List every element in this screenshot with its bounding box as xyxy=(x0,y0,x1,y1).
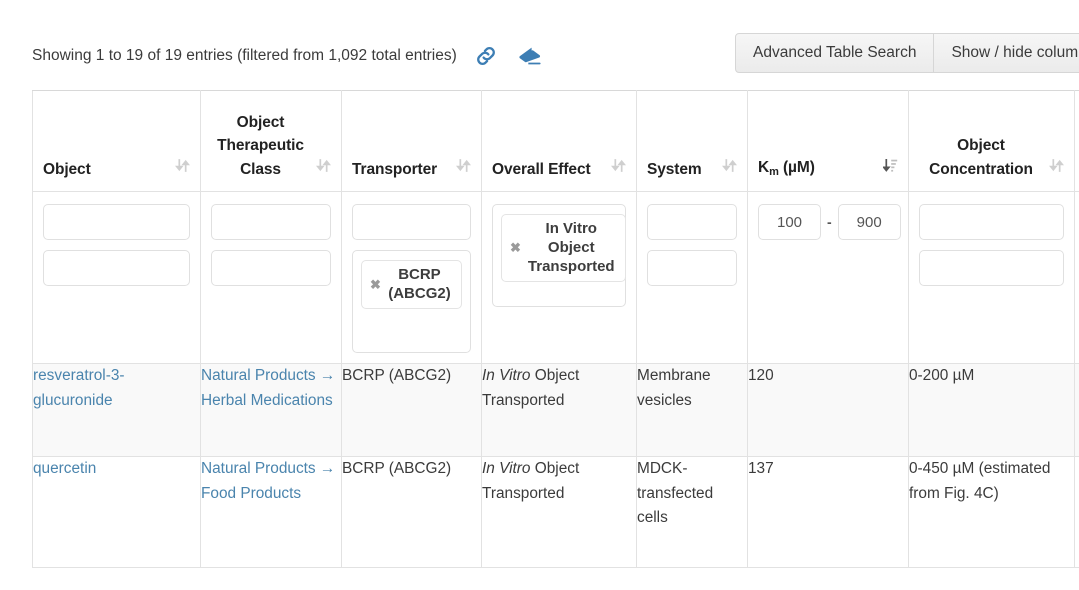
object-link[interactable]: quercetin xyxy=(33,460,96,477)
therapeutic-class-link[interactable]: Natural Products → Herbal Medications xyxy=(201,367,335,409)
cell-next-clipped xyxy=(1074,363,1079,457)
cell-transporter: BCRP (ABCG2) xyxy=(341,456,482,568)
col-header-object[interactable]: Object xyxy=(32,90,201,192)
therapeutic-class-link[interactable]: Natural Products → Food Products xyxy=(201,460,335,502)
filter-system-input-2[interactable] xyxy=(647,250,737,286)
sort-both-icon[interactable] xyxy=(455,157,472,179)
filter-cell-therapeutic-class xyxy=(200,191,342,364)
filter-km-range-separator: - xyxy=(827,214,832,230)
col-header-overall-effect-label: Overall Effect xyxy=(492,160,591,178)
table-filter-row: ✖ BCRP (ABCG2) ✖ In Vitro Object Transpo… xyxy=(32,191,1079,364)
cell-object-concentration: 0-450 µM (estimated from Fig. 4C) xyxy=(908,456,1075,568)
col-header-object-therapeutic-class[interactable]: Object Therapeutic Class xyxy=(200,90,342,192)
col-header-object-label: Object xyxy=(43,160,91,178)
sort-both-icon[interactable] xyxy=(1048,157,1065,179)
filter-tag-transporter[interactable]: ✖ BCRP (ABCG2) xyxy=(361,260,462,309)
filter-concentration-input-2[interactable] xyxy=(919,250,1064,286)
col-header-system-label: System xyxy=(647,160,702,178)
results-table: Object Object Therapeutic Class Transpor… xyxy=(32,90,1079,568)
col-header-transporter[interactable]: Transporter xyxy=(341,90,482,192)
entries-info-text: Showing 1 to 19 of 19 entries (filtered … xyxy=(32,47,457,64)
toolbar-button-group: Advanced Table Search Show / hide column… xyxy=(735,33,1079,73)
table-header-row: Object Object Therapeutic Class Transpor… xyxy=(32,90,1079,192)
show-hide-columns-button[interactable]: Show / hide columns xyxy=(934,33,1079,73)
eraser-icon[interactable] xyxy=(515,42,545,70)
col-header-system[interactable]: System xyxy=(636,90,748,192)
table-row[interactable]: quercetin Natural Products → Food Produc… xyxy=(32,456,1079,568)
cell-transporter: BCRP (ABCG2) xyxy=(341,363,482,457)
km-units: (µM) xyxy=(778,158,815,176)
cell-therapeutic-class: Natural Products → Food Products xyxy=(200,456,342,568)
km-subscript: m xyxy=(769,165,779,178)
cell-object: resveratrol-3-glucuronide xyxy=(32,363,201,457)
overall-effect-italic: In Vitro xyxy=(482,367,531,384)
filter-cell-km: - xyxy=(747,191,909,364)
filter-transporter-multiselect[interactable]: ✖ BCRP (ABCG2) xyxy=(352,250,471,353)
col-header-km-label: Km (µM) xyxy=(758,156,815,182)
col-header-km[interactable]: Km (µM) xyxy=(747,90,909,192)
filter-concentration-input-1[interactable] xyxy=(919,204,1064,240)
object-link[interactable]: resveratrol-3-glucuronide xyxy=(33,367,125,409)
filter-km-range: - xyxy=(758,204,901,240)
col-header-transporter-label: Transporter xyxy=(352,160,438,178)
remove-tag-icon[interactable]: ✖ xyxy=(510,241,521,254)
filter-tag-overall-effect[interactable]: ✖ In Vitro Object Transported xyxy=(501,214,626,282)
overall-effect-italic: In Vitro xyxy=(482,460,531,477)
filter-km-max-input[interactable] xyxy=(837,204,901,240)
cell-object: quercetin xyxy=(32,456,201,568)
link-icon[interactable] xyxy=(471,42,501,70)
sort-both-icon[interactable] xyxy=(174,157,191,179)
filter-cell-system xyxy=(636,191,748,364)
filter-system-input-1[interactable] xyxy=(647,204,737,240)
col-header-next-clipped[interactable] xyxy=(1074,90,1079,192)
advanced-table-search-button[interactable]: Advanced Table Search xyxy=(735,33,935,73)
data-table-container[interactable]: Object Object Therapeutic Class Transpor… xyxy=(32,90,1079,568)
filter-transporter-input[interactable] xyxy=(352,204,471,240)
km-k: K xyxy=(758,158,770,176)
cell-km: 137 xyxy=(747,456,909,568)
cell-object-concentration: 0-200 µM xyxy=(908,363,1075,457)
cell-system: MDCK-transfected cells xyxy=(636,456,748,568)
col-header-therapeutic-class-label: Object Therapeutic Class xyxy=(217,113,304,178)
filter-cell-transporter: ✖ BCRP (ABCG2) xyxy=(341,191,482,364)
cell-system: Membrane vesicles xyxy=(636,363,748,457)
entries-info-group: Showing 1 to 19 of 19 entries (filtered … xyxy=(32,42,545,70)
filter-overall-effect-multiselect[interactable]: ✖ In Vitro Object Transported xyxy=(492,204,626,307)
col-header-overall-effect[interactable]: Overall Effect xyxy=(481,90,637,192)
filter-tag-transporter-label: BCRP (ABCG2) xyxy=(388,266,451,302)
table-toolbar: Showing 1 to 19 of 19 entries (filtered … xyxy=(0,0,1079,88)
filter-cell-next-clipped xyxy=(1074,191,1079,364)
table-row[interactable]: resveratrol-3-glucuronide Natural Produc… xyxy=(32,363,1079,457)
remove-tag-icon[interactable]: ✖ xyxy=(370,278,381,291)
filter-cell-object xyxy=(32,191,201,364)
filter-object-input-1[interactable] xyxy=(43,204,190,240)
filter-cell-overall-effect: ✖ In Vitro Object Transported xyxy=(481,191,637,364)
filter-km-min-input[interactable] xyxy=(758,204,821,240)
filter-object-input-2[interactable] xyxy=(43,250,190,286)
filter-therapeutic-input-1[interactable] xyxy=(211,204,331,240)
filter-cell-object-concentration xyxy=(908,191,1075,364)
col-header-object-concentration-label: Object Concentration xyxy=(929,137,1033,178)
cell-overall-effect: In Vitro Object Transported xyxy=(481,456,637,568)
sort-both-icon[interactable] xyxy=(610,157,627,179)
cell-therapeutic-class: Natural Products → Herbal Medications xyxy=(200,363,342,457)
cell-overall-effect: In Vitro Object Transported xyxy=(481,363,637,457)
sort-amount-down-icon[interactable] xyxy=(881,157,898,179)
sort-both-icon[interactable] xyxy=(721,157,738,179)
filter-therapeutic-input-2[interactable] xyxy=(211,250,331,286)
col-header-object-concentration[interactable]: Object Concentration xyxy=(908,90,1075,192)
cell-km: 120 xyxy=(747,363,909,457)
cell-next-clipped xyxy=(1074,456,1079,568)
filter-tag-overall-effect-label: In Vitro Object Transported xyxy=(527,220,615,275)
sort-both-icon[interactable] xyxy=(315,157,332,179)
